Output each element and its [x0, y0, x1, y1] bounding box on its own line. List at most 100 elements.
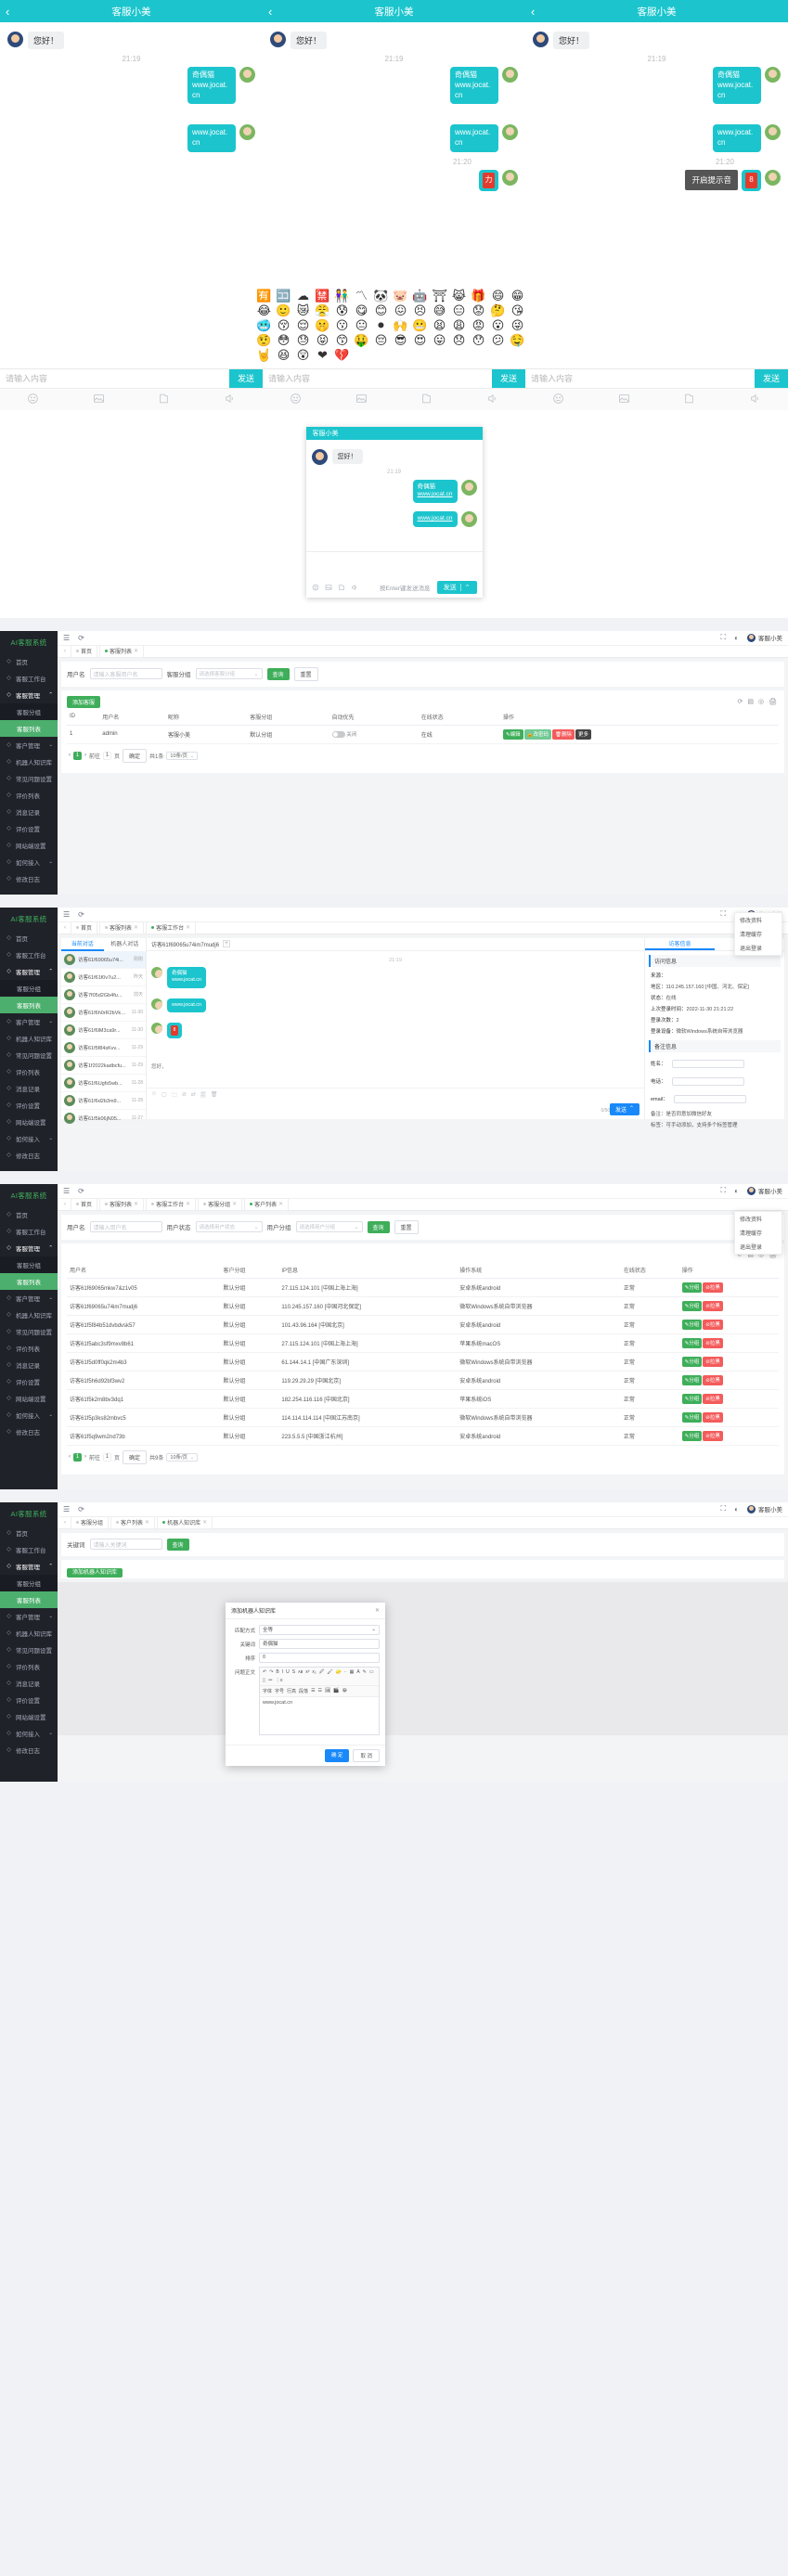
add-agent-button[interactable]: 添加客服 — [67, 696, 100, 708]
conversation-item[interactable]: 访客61f6lM3ca9r...11-30 — [61, 1022, 146, 1039]
editor-tool-16[interactable]: ▭ — [368, 1669, 375, 1677]
theme-icon[interactable]: ◐ — [734, 1505, 739, 1513]
emoji-item[interactable]: ⚫ — [372, 319, 391, 333]
assign-group-button[interactable]: ✎分组 — [682, 1412, 703, 1423]
goto-button[interactable]: 确定 — [123, 749, 147, 763]
sound-icon[interactable] — [486, 393, 498, 405]
tab-1[interactable]: 客服列表✕ — [99, 1198, 144, 1211]
table-row[interactable]: 访客61f5p3ks82mbvc5默认分组114.114.114.114 [中国… — [67, 1408, 779, 1426]
folder-icon[interactable] — [420, 393, 433, 405]
tab-2[interactable]: 机器人知识库✕ — [157, 1516, 213, 1529]
field-input-1[interactable]: 奇偶猫 — [259, 1639, 380, 1649]
editor-tool-7[interactable]: x² — [304, 1669, 310, 1677]
emoji-item[interactable]: 😬 — [411, 319, 430, 333]
sidebar-item-3[interactable]: ◇客户管理⌄ — [0, 737, 58, 753]
close-icon[interactable]: ✕ — [145, 1519, 149, 1526]
user-menu-item-1[interactable]: 清理缓存 — [735, 1226, 782, 1240]
emoji-item[interactable]: 😮 — [489, 319, 508, 333]
tab-1[interactable]: 客户列表✕ — [110, 1516, 155, 1529]
tab-0[interactable]: 首页 — [71, 921, 97, 934]
assign-group-button[interactable]: ✎分组 — [682, 1338, 703, 1348]
sidebar-item-1[interactable]: ◇客服工作台 — [0, 670, 58, 687]
emoji-icon[interactable] — [290, 393, 302, 405]
sidebar-item-8[interactable]: ◇评价设置 — [0, 820, 58, 837]
blacklist-button[interactable]: ⊘拉黑 — [703, 1357, 723, 1367]
emoji-item[interactable]: 😑 — [450, 304, 469, 318]
confirm-button[interactable]: 确 定 — [325, 1749, 350, 1762]
theme-icon[interactable]: ◐ — [734, 1187, 739, 1195]
folder-icon[interactable] — [158, 393, 170, 405]
emoji-item[interactable]: 🈶 — [255, 290, 274, 303]
sidebar-item-11[interactable]: ◇修改日志 — [0, 1742, 58, 1758]
sidebar-item-11[interactable]: ◇修改日志 — [0, 1147, 58, 1164]
density-icon[interactable]: ◎ — [758, 698, 764, 705]
sidebar-item-0[interactable]: ◇首页 — [0, 653, 58, 670]
editor-tool-12[interactable]: ∙∙ — [343, 1669, 348, 1677]
tab-1[interactable]: 客服列表✕ — [99, 645, 144, 658]
sidebar-item-4[interactable]: ◇机器人知识库 — [0, 1625, 58, 1642]
prev-page[interactable]: ‹ — [69, 753, 71, 758]
emoji-item[interactable]: 🤤 — [509, 334, 527, 348]
sidebar-item-3[interactable]: ◇客户管理⌄ — [0, 1013, 58, 1030]
search-button[interactable]: 查询 — [167, 1539, 189, 1551]
sidebar-item-7[interactable]: ◇消息记录 — [0, 1080, 58, 1097]
emoji-item[interactable]: 😘 — [509, 304, 527, 318]
columns-icon[interactable]: ▤ — [747, 698, 754, 705]
conversation-item[interactable]: 访客61f5k06jN05...11-27 — [61, 1110, 146, 1127]
editor-tool-3[interactable]: 段落 — [298, 1688, 309, 1694]
sidebar-subitem-1[interactable]: 客服列表 — [0, 720, 58, 737]
emoji-item[interactable]: 😝 — [314, 334, 332, 348]
emoji-item[interactable]: 😣 — [411, 304, 430, 318]
emoji-item[interactable]: 🎁 — [470, 290, 488, 303]
table-row[interactable]: 访客61f5abc3sf9mxv8b61默认分组27.115.124.101 [… — [67, 1333, 779, 1352]
blacklist-button[interactable]: ⊘拉黑 — [703, 1338, 723, 1348]
theme-icon[interactable]: ◐ — [734, 634, 739, 642]
assign-group-button[interactable]: ✎分组 — [682, 1431, 703, 1441]
close-icon[interactable]: ✕ — [232, 1201, 237, 1207]
folder-icon[interactable] — [338, 583, 345, 594]
user-menu-item-0[interactable]: 修改资料 — [735, 913, 782, 927]
emoji-item[interactable]: 😹 — [450, 290, 469, 303]
emoji-item[interactable]: 😳 — [275, 334, 293, 348]
sidebar-item-11[interactable]: ◇修改日志 — [0, 870, 58, 887]
conversation-item[interactable]: 访客61f6Ugfs5wb...11-28 — [61, 1075, 146, 1092]
chevron-left-icon[interactable]: ‹ — [268, 6, 272, 18]
editor-tool-6[interactable]: ᴀʙ — [297, 1669, 304, 1677]
close-icon[interactable]: ✕ — [186, 1201, 190, 1207]
emoji-item[interactable]: 😓 — [294, 334, 313, 348]
editor-tool-1[interactable]: ↷ — [268, 1669, 274, 1677]
sidebar-item-1[interactable]: ◇客服工作台 — [0, 1223, 58, 1240]
group-select[interactable]: 请选择用户分组⌄ — [296, 1221, 363, 1232]
sidebar-item-0[interactable]: ◇首页 — [0, 1206, 58, 1223]
close-icon[interactable]: ✕ — [134, 1201, 138, 1207]
trash-icon[interactable]: 🗑 — [211, 1091, 218, 1101]
assign-group-button[interactable]: ✎分组 — [682, 1375, 703, 1385]
fullscreen-icon[interactable]: ⛶ — [721, 1186, 727, 1195]
search-input[interactable]: 请输入内容 — [263, 372, 492, 384]
match-type-select[interactable]: 全等⌄ — [259, 1625, 380, 1635]
user-menu-item-1[interactable]: 清理缓存 — [735, 927, 782, 941]
page-size-select[interactable]: 10条/页⌄ — [166, 1453, 198, 1462]
user-menu-trigger[interactable]: 客服小美 — [747, 1186, 782, 1195]
emoji-item[interactable]: 🈁 — [275, 290, 293, 303]
emoji-item[interactable]: 🤫 — [314, 319, 332, 333]
emoji-item[interactable]: ⛩ — [431, 290, 449, 303]
tab-2[interactable]: 客服工作台✕ — [146, 921, 196, 934]
sidebar-item-7[interactable]: ◇消息记录 — [0, 1357, 58, 1373]
editor-toolbar-row2[interactable]: 字体字号行高段落☰☲🖼🎬😀 — [260, 1686, 379, 1697]
sidebar-item-2[interactable]: ◇客服管理⌃ — [0, 687, 58, 703]
table-row[interactable]: 访客61f5q9wm2nd73b默认分组223.5.5.5 [中国浙江杭州]安卓… — [67, 1426, 779, 1445]
emoji-item[interactable]: 💔 — [333, 349, 352, 363]
field-input-2[interactable]: 0 — [259, 1653, 380, 1663]
editor-tool-6[interactable]: 🖼 — [324, 1688, 331, 1694]
sidebar-item-4[interactable]: ◇机器人知识库 — [0, 1307, 58, 1323]
fullscreen-icon[interactable]: ⛶ — [721, 1504, 727, 1513]
editor-toolbar-row1[interactable]: ↶↷BIUSᴀʙx²x₂🖉🖌🧽∙∙▦A✎▭▯≔⋮≡ — [260, 1668, 379, 1686]
emoji-item[interactable]: 🥶 — [255, 319, 274, 333]
sidebar-item-0[interactable]: ◇首页 — [0, 930, 58, 947]
refresh-icon[interactable]: ⟳ — [78, 1187, 84, 1195]
assign-group-button[interactable]: ✎分组 — [682, 1320, 703, 1330]
goto-button[interactable]: 确定 — [123, 1450, 147, 1464]
table-row[interactable]: 访客61f5k2m8bv3dq1默认分组182.254.116.116 [中国北… — [67, 1389, 779, 1408]
editor-content[interactable]: www.jocat.cn — [260, 1697, 379, 1734]
